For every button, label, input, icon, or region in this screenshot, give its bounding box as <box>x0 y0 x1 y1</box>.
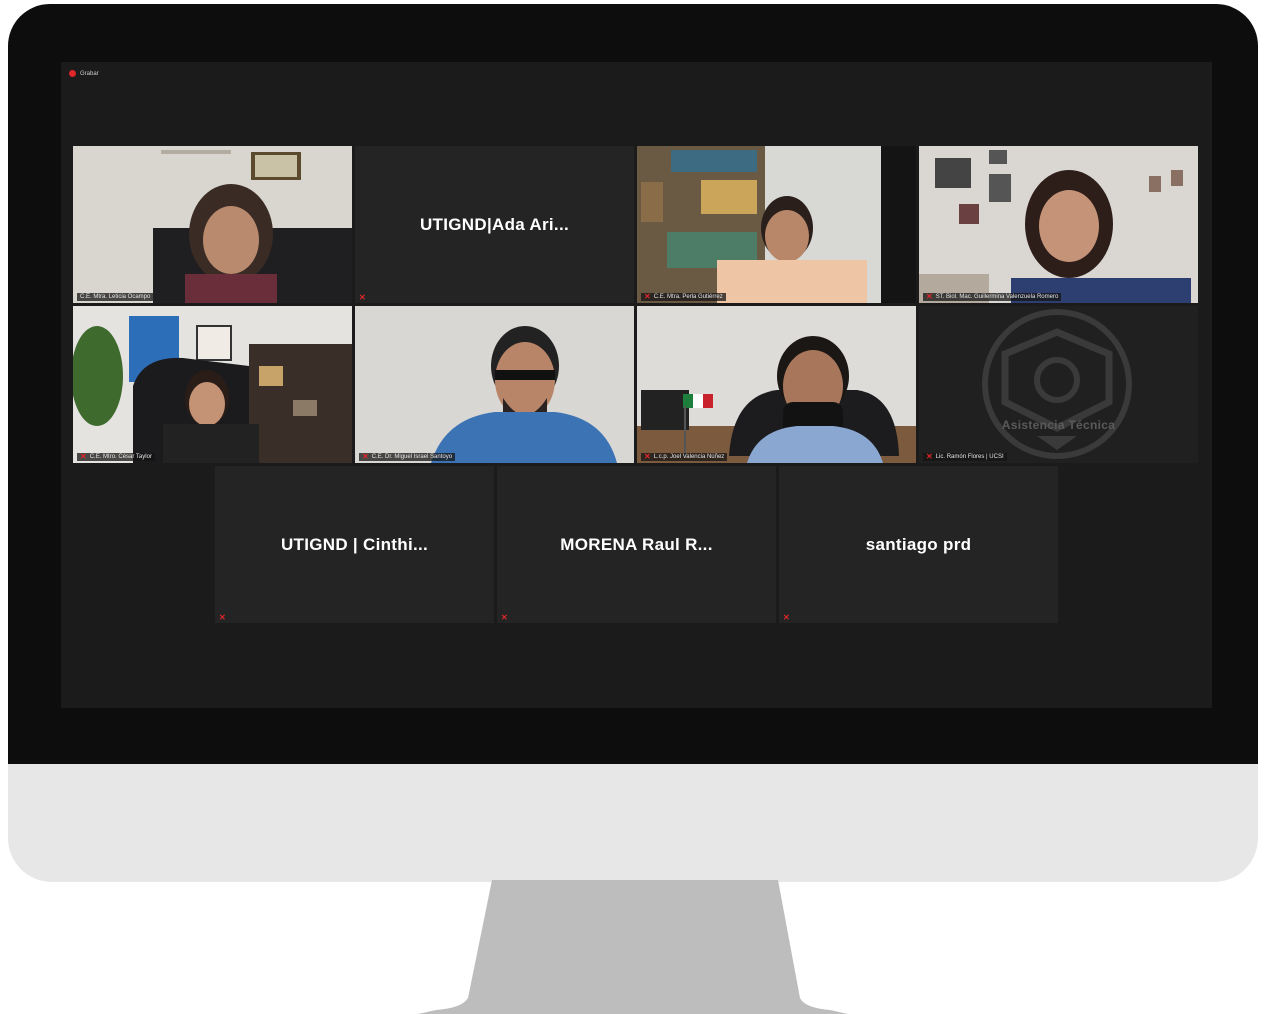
participant-tile[interactable]: C.E. Mtra. Leticia Ocampo <box>73 146 352 303</box>
mic-muted-icon: ✕ <box>926 292 933 301</box>
participant-tile[interactable]: Asistencia Técnica ✕ Lic. Ramón Flores | … <box>919 306 1198 463</box>
participant-tile[interactable]: ✕ C.E. Mtra. Perla Gutiérrez <box>637 146 916 303</box>
participant-label: ✕ Lic. Ramón Flores | UCSI <box>923 453 1007 461</box>
monitor-stand <box>418 880 848 1014</box>
participant-tile[interactable]: ✕ C.E. Mtro. César Taylor <box>73 306 352 463</box>
participant-label: ✕ C.E. Mtro. César Taylor <box>77 453 155 461</box>
mic-muted-icon: ✕ <box>362 452 369 461</box>
participant-label: ✕ L.c.p. Joel Valencia Núñez <box>641 452 728 461</box>
participant-name: santiago prd <box>865 534 972 554</box>
participant-video <box>73 146 352 303</box>
participant-tile[interactable]: UTIGND|Ada Ari... ✕ <box>355 146 634 303</box>
mic-muted-icon: ✕ <box>80 452 87 461</box>
watermark-text: Asistencia Técnica <box>1001 417 1116 432</box>
mic-muted-icon: ✕ <box>644 452 651 461</box>
record-indicator[interactable]: Grabar <box>69 70 99 77</box>
participant-name: UTIGND | Cinthi... <box>280 534 429 554</box>
mic-muted-icon: ✕ <box>219 613 226 622</box>
mic-muted-icon: ✕ <box>926 452 933 461</box>
record-icon <box>69 70 76 77</box>
participant-tile[interactable]: santiago prd ✕ <box>779 466 1058 623</box>
zoom-meeting-screen: Grabar C.E. Mtra. Leticia Ocampo UTIGND|… <box>61 62 1212 708</box>
participant-tile[interactable]: ✕ L.c.p. Joel Valencia Núñez <box>637 306 916 463</box>
record-label: Grabar <box>80 70 99 77</box>
participant-name: MORENA Raul R... <box>560 534 713 554</box>
mic-muted-icon: ✕ <box>783 613 790 622</box>
monitor-chin <box>8 764 1258 882</box>
participant-video <box>919 146 1198 303</box>
mic-muted-icon: ✕ <box>501 613 508 622</box>
participant-tile[interactable]: UTIGND | Cinthi... ✕ <box>215 466 494 623</box>
mic-muted-icon: ✕ <box>644 292 651 301</box>
participant-tile[interactable]: MORENA Raul R... ✕ <box>497 466 776 623</box>
participant-video <box>637 146 881 303</box>
participant-tile[interactable]: ✕ ST. Biol. Mac. Guillermina Valenzuela R… <box>919 146 1198 303</box>
participant-name: UTIGND|Ada Ari... <box>419 214 569 234</box>
participant-label: ✕ C.E. Dr. Miguel Israel Santoyo <box>359 452 456 461</box>
participant-video <box>637 306 916 463</box>
participant-video <box>355 306 634 463</box>
participant-video <box>73 306 352 463</box>
participant-label: ✕ C.E. Mtra. Perla Gutiérrez <box>641 293 726 301</box>
mic-muted-icon: ✕ <box>359 293 366 302</box>
participant-label: C.E. Mtra. Leticia Ocampo <box>77 293 154 301</box>
participant-tile[interactable]: ✕ C.E. Dr. Miguel Israel Santoyo <box>355 306 634 463</box>
participant-label: ✕ ST. Biol. Mac. Guillermina Valenzuela R… <box>923 292 1062 301</box>
